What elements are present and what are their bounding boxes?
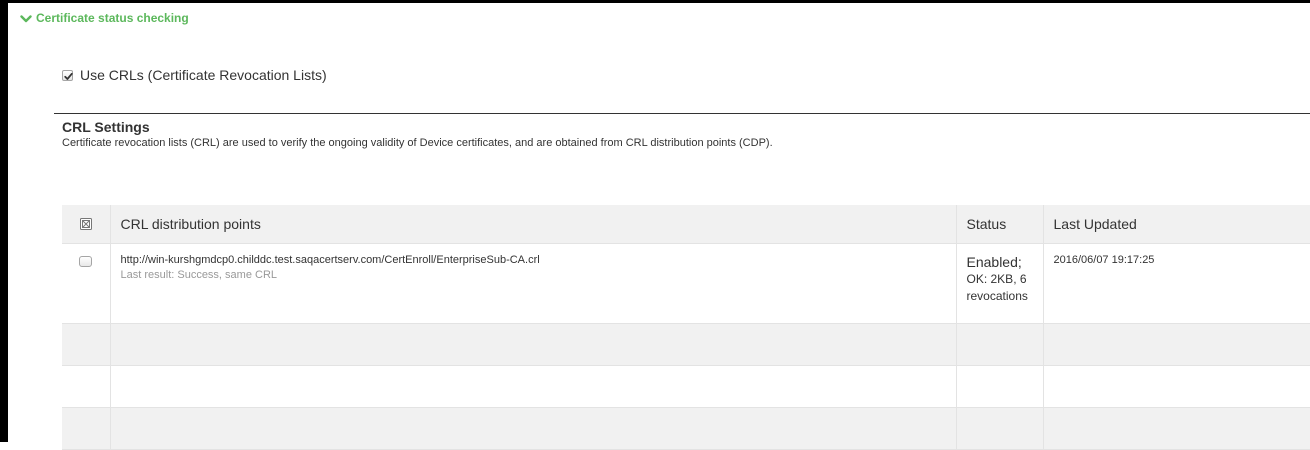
crl-settings-title: CRL Settings <box>62 119 150 135</box>
use-crls-label: Use CRLs (Certificate Revocation Lists) <box>80 67 327 83</box>
section-title: Certificate status checking <box>36 11 189 25</box>
empty-row <box>62 407 1310 450</box>
last-result-text: Last result: Success, same CRL <box>120 268 278 281</box>
last-updated-text: 2016/06/07 19:17:25 <box>1053 253 1155 266</box>
status-cell: Enabled; OK: 2KB, 6 revocations <box>956 243 1044 324</box>
empty-row <box>62 365 1310 408</box>
crl-settings-description: Certificate revocation lists (CRL) are u… <box>62 137 773 149</box>
column-header-status[interactable]: Status <box>956 205 1044 244</box>
table-row[interactable]: http://win-kurshgmdcp0.childdc.test.saqa… <box>62 243 1310 324</box>
use-crls-checkbox[interactable] <box>62 69 73 81</box>
select-all-icon[interactable] <box>79 217 92 233</box>
table-header-row: CRL distribution points Status Last Upda… <box>62 205 1310 244</box>
use-crls-toggle[interactable]: Use CRLs (Certificate Revocation Lists) <box>62 67 327 83</box>
last-updated-cell: 2016/06/07 19:17:25 <box>1043 243 1310 324</box>
column-header-last-updated[interactable]: Last Updated <box>1043 205 1310 244</box>
row-select-cell[interactable] <box>62 243 111 324</box>
row-checkbox[interactable] <box>79 255 93 267</box>
select-all-header[interactable] <box>62 205 111 244</box>
column-header-distribution-points[interactable]: CRL distribution points <box>110 205 957 244</box>
window-frame: Certificate status checking Use CRLs (Ce… <box>0 0 1310 450</box>
status-text: Enabled; <box>966 253 1022 270</box>
chevron-down-icon <box>20 12 32 24</box>
empty-row <box>62 323 1310 366</box>
distribution-point-cell: http://win-kurshgmdcp0.childdc.test.saqa… <box>110 243 957 324</box>
section-header-certificate-status[interactable]: Certificate status checking <box>20 11 189 25</box>
status-detail-text: OK: 2KB, 6 revocations <box>966 271 1028 303</box>
crl-table: CRL distribution points Status Last Upda… <box>62 205 1310 450</box>
divider <box>54 113 1310 114</box>
distribution-point-url: http://win-kurshgmdcp0.childdc.test.saqa… <box>120 253 540 266</box>
